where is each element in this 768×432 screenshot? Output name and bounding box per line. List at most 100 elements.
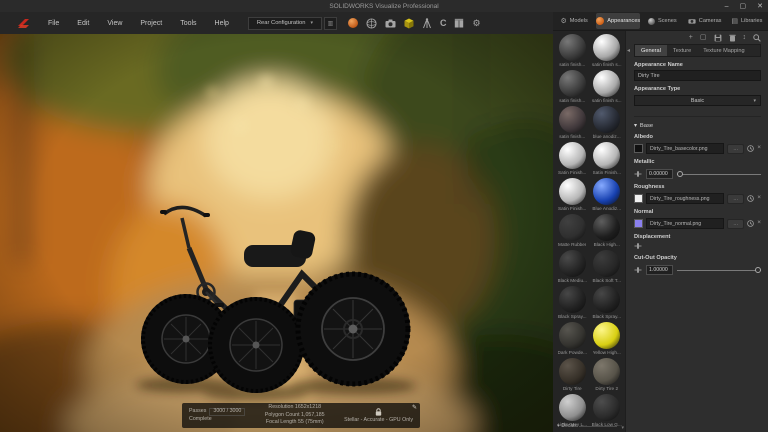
appearance-thumb[interactable]: Matte Rubber <box>556 214 589 249</box>
wireframe-sphere-icon[interactable] <box>366 18 377 29</box>
appearance-thumb[interactable]: Black Spray... <box>591 286 624 321</box>
tab-libraries[interactable]: ▤ Libraries <box>726 12 768 30</box>
tab-general[interactable]: General <box>635 45 667 56</box>
edit-overlay-icon[interactable]: ✎ <box>412 404 417 411</box>
albedo-history-icon[interactable] <box>747 145 754 152</box>
appearance-thumb[interactable]: Black Spray... <box>556 286 589 321</box>
menu-file[interactable]: File <box>39 20 68 27</box>
base-section-header[interactable]: ▾ Base <box>634 116 761 129</box>
triangle-down-icon: ▾ <box>634 123 637 129</box>
normal-browse-button[interactable]: ... <box>727 219 744 229</box>
appearance-name-label: Appearance Name <box>634 62 761 68</box>
metallic-slider[interactable] <box>677 174 761 175</box>
save-icon[interactable] <box>714 34 722 42</box>
models-gear-icon: ⚙ <box>560 18 566 25</box>
roughness-file-input[interactable]: Dirty_Tire_roughness.png <box>646 193 724 204</box>
appearance-thumb[interactable]: Dark Powde... <box>556 322 589 357</box>
tab-appearances[interactable]: Appearances <box>596 13 640 29</box>
decals-section[interactable]: ▾ Decals <box>557 423 617 429</box>
libraries-stack-icon: ▤ <box>731 18 738 25</box>
menu-edit[interactable]: Edit <box>68 20 98 27</box>
model-cube-icon[interactable] <box>404 18 414 29</box>
normal-color-swatch[interactable] <box>634 219 643 228</box>
chevron-down-icon: ▾ <box>753 98 756 104</box>
appearance-label: Matte Rubber <box>558 242 586 247</box>
appearance-thumb[interactable]: Blue Anodiz... <box>591 178 624 213</box>
panel-collapse-icon[interactable]: ◂ <box>627 47 630 54</box>
metallic-label: Metallic <box>634 159 761 165</box>
add-appearance-icon[interactable]: + <box>689 34 693 41</box>
menu-tools[interactable]: Tools <box>171 20 205 27</box>
title-bar: SOLIDWORKS Visualize Professional – ▢ ✕ <box>0 0 768 12</box>
albedo-clear-icon[interactable]: × <box>757 145 761 152</box>
albedo-browse-button[interactable]: ... <box>727 144 744 154</box>
appearance-thumb[interactable]: blue anodiz... <box>591 106 624 141</box>
menu-project[interactable]: Project <box>131 20 171 27</box>
tab-scenes[interactable]: Scenes <box>641 12 683 30</box>
package-icon[interactable] <box>454 18 464 28</box>
sort-icon[interactable]: ↕ <box>743 34 747 41</box>
appearance-label: Satin Finish... <box>558 206 586 211</box>
roughness-color-swatch[interactable] <box>634 194 643 203</box>
appearance-sphere-icon <box>559 178 586 205</box>
minimize-icon[interactable]: – <box>725 3 729 10</box>
render-settings-icon[interactable]: ⚙ <box>472 19 480 28</box>
appearance-thumb[interactable]: satin finish s... <box>591 34 624 69</box>
menu-view[interactable]: View <box>98 20 131 27</box>
close-icon[interactable]: ✕ <box>757 2 763 10</box>
normal-history-icon[interactable] <box>747 220 754 227</box>
tab-texture-mapping[interactable]: Texture Mapping <box>697 45 750 56</box>
albedo-color-swatch[interactable] <box>634 144 643 153</box>
appearance-thumb[interactable]: satin finish... <box>556 34 589 69</box>
appearance-thumb[interactable]: Satin Finish... <box>556 178 589 213</box>
metallic-slider-knob[interactable] <box>677 171 683 177</box>
appearance-type-dropdown[interactable]: Basic ▾ <box>634 95 761 106</box>
appearance-thumb[interactable]: Black High... <box>591 214 624 249</box>
roughness-browse-button[interactable]: ... <box>727 194 744 204</box>
cutout-value-input[interactable]: 1.00000 <box>646 265 673 275</box>
appearance-thumb[interactable]: Dirty Tire <box>556 358 589 393</box>
normal-file-input[interactable]: Dirty_Tire_normal.png <box>646 218 724 229</box>
viewport[interactable]: Passes 3000 / 3000 Complete Resolution 1… <box>0 34 553 432</box>
appearance-thumb[interactable]: Dirty Tire 2 <box>591 358 624 393</box>
appearance-thumb[interactable]: Black Mediu... <box>556 250 589 285</box>
tab-texture[interactable]: Texture <box>667 45 697 56</box>
displacement-fader-icon[interactable] <box>634 242 761 250</box>
delete-icon[interactable] <box>729 34 736 42</box>
appearance-thumb[interactable]: Satin Finish... <box>556 142 589 177</box>
configuration-grid-button[interactable]: ▥ <box>324 17 337 30</box>
tripod-icon[interactable] <box>422 18 432 29</box>
right-panel: ⚙ Models Appearances Scenes Cameras ▤ <box>553 12 768 432</box>
menu-help[interactable]: Help <box>206 20 238 27</box>
search-icon[interactable] <box>753 34 761 42</box>
appearance-sphere-icon <box>559 214 586 241</box>
appearance-thumb[interactable]: Yellow High... <box>591 322 624 357</box>
appearance-thumb[interactable]: satin finish... <box>556 106 589 141</box>
cutout-slider-knob[interactable] <box>755 267 761 273</box>
metallic-value-input[interactable]: 0.00000 <box>646 169 673 179</box>
appearance-thumb[interactable]: satin finish s... <box>591 70 624 105</box>
appearance-thumb[interactable]: Black Soft T... <box>591 250 624 285</box>
tab-models[interactable]: ⚙ Models <box>553 12 595 30</box>
menu-bar: File Edit View Project Tools Help Rear C… <box>0 12 553 34</box>
tab-cameras[interactable]: Cameras <box>684 12 726 30</box>
albedo-file-input[interactable]: Dirty_Tire_basecolor.png <box>646 143 724 154</box>
roughness-history-icon[interactable] <box>747 195 754 202</box>
normal-clear-icon[interactable]: × <box>757 220 761 227</box>
restore-icon[interactable]: ▢ <box>740 2 747 10</box>
appearance-thumb[interactable]: satin finish... <box>556 70 589 105</box>
camera-icon[interactable] <box>385 19 396 28</box>
tab-libraries-label: Libraries <box>741 18 762 24</box>
appearance-sphere-icon <box>593 34 620 61</box>
roughness-clear-icon[interactable]: × <box>757 195 761 202</box>
render-mode-icon[interactable] <box>348 18 358 28</box>
duplicate-icon[interactable]: ▢ <box>700 34 707 41</box>
appearance-thumb[interactable]: Satin Finish... <box>591 142 624 177</box>
turntable-icon[interactable]: C <box>440 19 447 28</box>
configuration-dropdown[interactable]: Rear Configuration ▾ <box>248 17 322 30</box>
appearance-sphere-icon <box>559 142 586 169</box>
appearance-name-input[interactable]: Dirty Tire <box>634 70 761 81</box>
appearance-sphere-icon <box>559 358 586 385</box>
scroll-down-icon[interactable]: ▾ <box>621 425 624 431</box>
cutout-slider[interactable] <box>677 270 761 271</box>
